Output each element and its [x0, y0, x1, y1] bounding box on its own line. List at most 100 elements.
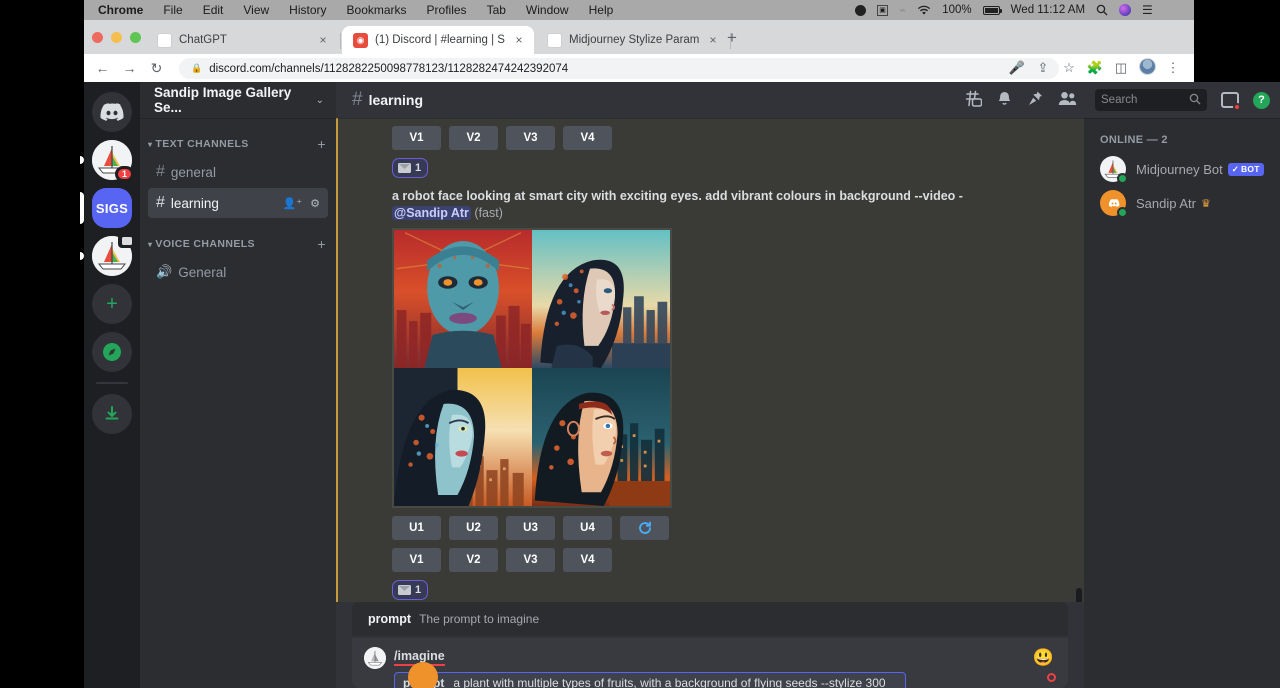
microphone-icon[interactable]: 🎤 [1004, 60, 1030, 76]
list-item[interactable]: Midjourney Bot ✓ BOT [1100, 152, 1272, 186]
extensions-icon[interactable]: 🧩 [1082, 60, 1108, 76]
reaction-count: 1 [415, 162, 421, 174]
sidebar-item-voice-general[interactable]: 🔊 General [148, 257, 328, 287]
button-v3[interactable]: V3 [506, 548, 555, 572]
new-tab-button[interactable]: + [727, 31, 737, 45]
image-cell-2[interactable] [532, 230, 670, 368]
maximize-window-button[interactable] [130, 32, 141, 43]
tab-label: Midjourney Stylize Parameter [569, 34, 699, 46]
address-bar[interactable]: 🔒 discord.com/channels/11282822500987781… [179, 58, 1059, 79]
server-unread-pill [80, 156, 84, 164]
settings-gear-icon[interactable]: ⚙ [310, 197, 320, 210]
button-v4[interactable]: V4 [563, 548, 612, 572]
category-text-channels[interactable]: ▾ TEXT CHANNELS + [140, 132, 336, 156]
sidebar-item-server-sigs[interactable]: SIGS [92, 188, 132, 228]
menu-item-profiles[interactable]: Profiles [417, 3, 477, 17]
sidebar-item-explore-servers[interactable] [92, 332, 132, 372]
image-cell-1[interactable] [394, 230, 532, 368]
image-cell-4[interactable] [532, 368, 670, 506]
button-u1[interactable]: U1 [392, 516, 441, 540]
threads-icon[interactable] [963, 90, 982, 111]
window-traffic-lights[interactable] [92, 32, 141, 43]
generated-image-grid[interactable] [392, 228, 672, 508]
spotlight-search-icon[interactable] [1096, 4, 1108, 16]
close-icon[interactable]: × [512, 33, 526, 47]
menu-item-history[interactable]: History [279, 3, 336, 17]
sidebar-item-discord-home[interactable] [92, 92, 132, 132]
browser-toolbar: ← → ↻ 🔒 discord.com/channels/11282822500… [84, 54, 1194, 82]
reload-button[interactable]: ↻ [143, 60, 170, 77]
record-icon[interactable] [855, 5, 866, 16]
menu-item-file[interactable]: File [153, 3, 192, 17]
back-button[interactable]: ← [89, 60, 116, 76]
help-icon[interactable]: ? [1253, 92, 1270, 109]
prompt-input[interactable]: prompt a plant with multiple types of fr… [394, 672, 906, 688]
close-window-button[interactable] [92, 32, 103, 43]
status-badge: ✓ BOT [1228, 163, 1264, 176]
sidebar-item-download-apps[interactable] [92, 394, 132, 434]
siri-icon[interactable] [1119, 4, 1131, 16]
menu-item-bookmarks[interactable]: Bookmarks [337, 3, 417, 17]
image-cell-3[interactable] [394, 368, 532, 506]
message-scrollbar[interactable] [1076, 588, 1082, 602]
menu-item-tab[interactable]: Tab [477, 3, 516, 17]
menu-item-edit[interactable]: Edit [193, 3, 234, 17]
tab-chatgpt[interactable]: ◎ ChatGPT × [146, 26, 338, 54]
menu-item-view[interactable]: View [233, 3, 279, 17]
chrome-menu-icon[interactable]: ⋮ [1160, 60, 1186, 76]
wifi-icon[interactable] [917, 5, 931, 16]
share-icon[interactable]: ⇪ [1030, 60, 1056, 76]
button-u3[interactable]: U3 [506, 516, 555, 540]
button-v2[interactable]: V2 [449, 548, 498, 572]
user-panel-avatar[interactable] [408, 662, 438, 688]
user-mention[interactable]: @Sandip Atr [392, 206, 471, 220]
sidebar-item-server-sailboat-1[interactable]: 1 [92, 140, 132, 180]
tab-midjourney-stylize[interactable]: ◐ Midjourney Stylize Parameter × [536, 26, 728, 54]
screenshot-icon[interactable]: ▣ [877, 5, 888, 16]
guild-header[interactable]: Sandip Image Gallery Se... ⌄ [140, 82, 336, 118]
notification-bell-icon[interactable] [996, 90, 1013, 111]
forward-button[interactable]: → [116, 60, 143, 76]
discord-favicon: ◉ [353, 33, 368, 48]
chatgpt-favicon: ◎ [157, 33, 172, 48]
reaction-envelope[interactable]: 1 [392, 580, 428, 600]
close-icon[interactable]: × [706, 33, 720, 47]
bluetooth-icon[interactable]: ⌁ [899, 3, 906, 17]
create-channel-icon[interactable]: + [317, 236, 326, 252]
inbox-icon[interactable] [1221, 92, 1239, 108]
list-item[interactable]: Sandip Atr ♛ [1100, 186, 1272, 220]
button-u2[interactable]: U2 [449, 516, 498, 540]
battery-icon[interactable] [983, 6, 1000, 15]
button-reroll[interactable] [620, 516, 669, 540]
button-u4[interactable]: U4 [563, 516, 612, 540]
button-v4[interactable]: V4 [563, 126, 612, 150]
message-input-bar[interactable]: /imagine prompt a plant with multiple ty… [352, 638, 1068, 688]
category-voice-channels[interactable]: ▾ VOICE CHANNELS + [140, 232, 336, 256]
button-v3[interactable]: V3 [506, 126, 555, 150]
profile-avatar-icon[interactable] [1134, 58, 1160, 78]
side-panel-icon[interactable]: ◫ [1108, 60, 1134, 76]
button-v2[interactable]: V2 [449, 126, 498, 150]
close-icon[interactable]: × [316, 33, 330, 47]
message-list[interactable]: V1 V2 V3 V4 1 a robot face looking at sm… [336, 118, 1084, 602]
sidebar-item-general[interactable]: # general [148, 157, 328, 187]
pinned-messages-icon[interactable] [1027, 90, 1044, 111]
sidebar-item-add-server[interactable]: + [92, 284, 132, 324]
minimize-window-button[interactable] [111, 32, 122, 43]
add-member-icon[interactable]: 👤⁺ [283, 197, 303, 210]
create-channel-icon[interactable]: + [317, 136, 326, 152]
menu-item-chrome[interactable]: Chrome [92, 3, 153, 17]
search-input[interactable]: Search [1095, 89, 1207, 111]
reaction-envelope-top[interactable]: 1 [392, 158, 428, 178]
menu-item-help[interactable]: Help [579, 3, 624, 17]
control-center-icon[interactable]: ☰ [1142, 3, 1153, 17]
sidebar-item-server-sailboat-2[interactable] [92, 236, 132, 276]
button-v1[interactable]: V1 [392, 126, 441, 150]
button-v1[interactable]: V1 [392, 548, 441, 572]
member-list-icon[interactable] [1058, 91, 1077, 110]
bookmark-star-icon[interactable]: ☆ [1056, 60, 1082, 76]
emoji-icon[interactable]: 😃 [1033, 648, 1054, 668]
tab-discord[interactable]: ◉ (1) Discord | #learning | Sandip × [342, 26, 534, 54]
menu-item-window[interactable]: Window [516, 3, 579, 17]
sidebar-item-learning[interactable]: # learning 👤⁺ ⚙ [148, 188, 328, 218]
